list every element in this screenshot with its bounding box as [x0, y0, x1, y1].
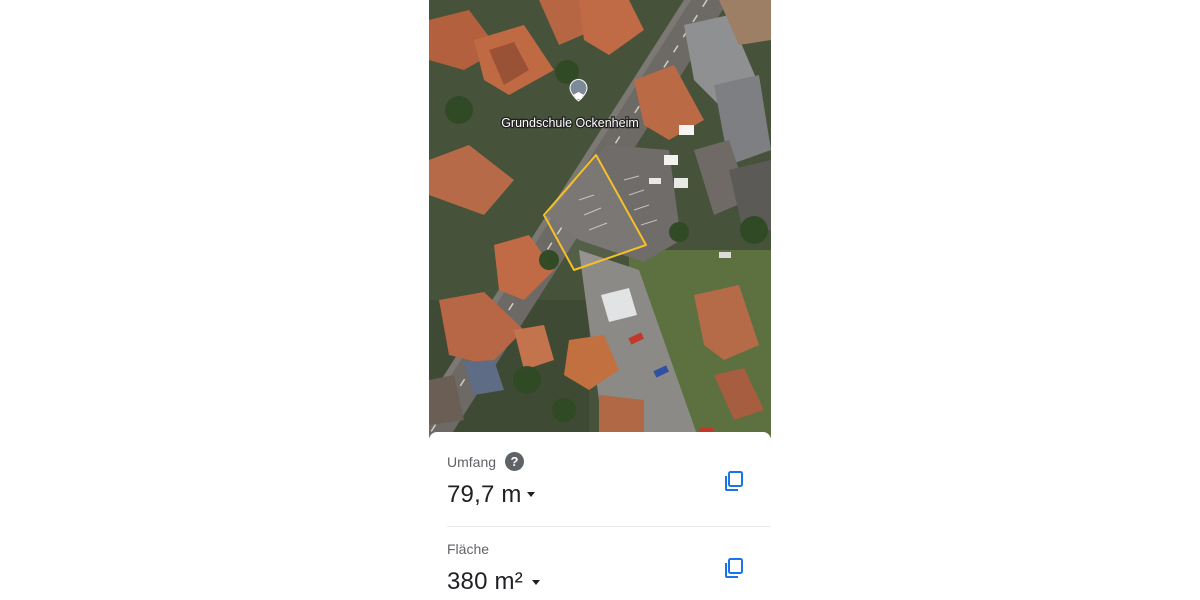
measurement-sheet: Umfang ? 79,7 m Fläche 380 m²	[429, 432, 771, 600]
phone-screen: Grundschule Ockenheim Umfang ? 79,7 m Fl…	[429, 0, 771, 600]
perimeter-label: Umfang	[447, 454, 497, 470]
divider	[447, 526, 771, 527]
satellite-map[interactable]: Grundschule Ockenheim	[429, 0, 771, 438]
area-label: Fläche	[447, 541, 490, 557]
satellite-image: Grundschule Ockenheim	[429, 0, 771, 438]
area-unit-dropdown-caret-down-icon[interactable]	[532, 580, 540, 585]
help-icon[interactable]: ?	[505, 452, 524, 471]
perimeter-copy-icon[interactable]	[722, 469, 746, 493]
poi-label[interactable]: Grundschule Ockenheim	[500, 115, 640, 132]
area-copy-icon[interactable]	[722, 556, 746, 580]
area-value: 380 m²	[447, 568, 523, 595]
perimeter-unit-dropdown-caret-down-icon[interactable]	[527, 492, 535, 497]
perimeter-value: 79,7 m	[447, 481, 522, 508]
